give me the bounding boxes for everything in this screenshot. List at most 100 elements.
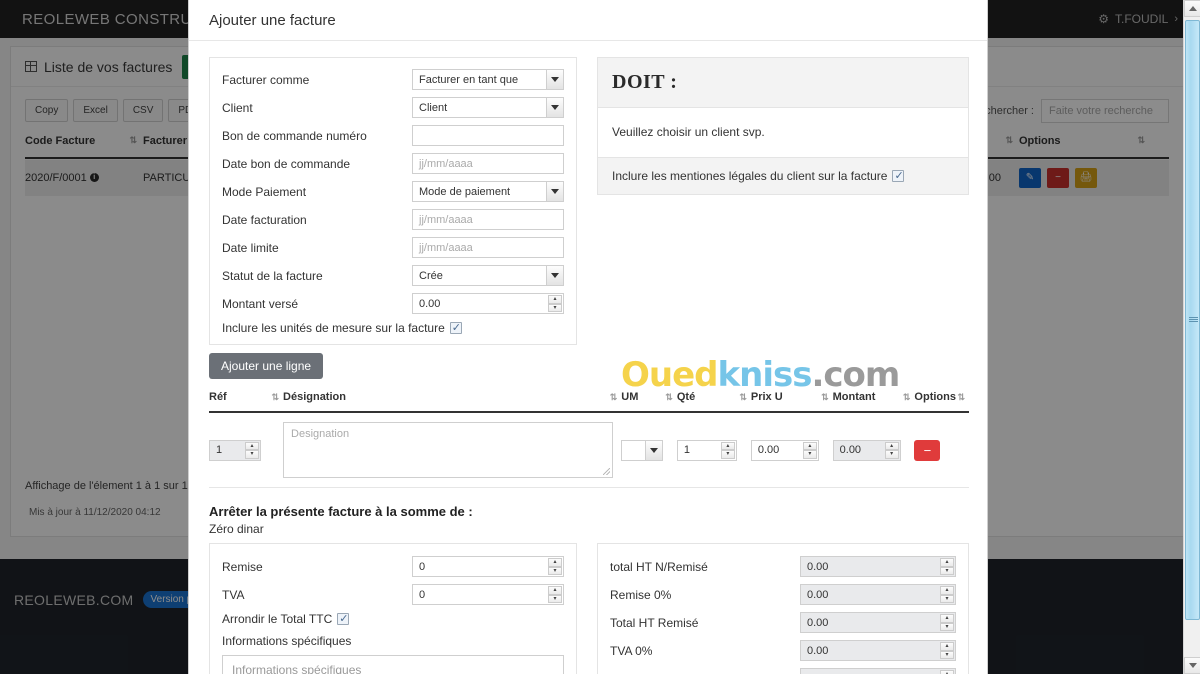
select-client[interactable]: Client	[412, 97, 564, 118]
spinner-total-ttc[interactable]: ▴▾	[940, 670, 954, 674]
label-remise-pct: Remise 0%	[610, 587, 672, 602]
column-header-montant[interactable]: Montant ⇅	[833, 391, 915, 403]
discount-tax-panel: Remise 0 ▴ ▾ TVA 0 ▴ ▾ Arrondir le Total T…	[209, 543, 577, 674]
label-client: Client	[222, 100, 253, 115]
invoice-form-panel: Facturer comme Facturer en tant que Clie…	[209, 57, 577, 345]
input-tva-pct: 0.00 ▴ ▾	[800, 640, 956, 661]
input-bon-commande-numero[interactable]	[412, 125, 564, 146]
label-date-bon-commande: Date bon de commande	[222, 156, 351, 171]
input-date-limite[interactable]: jj/mm/aaaa	[412, 237, 564, 258]
label-total-ht-remise: Total HT Remisé	[610, 615, 699, 630]
column-header-qte[interactable]: Qté ⇅	[677, 391, 751, 403]
spinner-montant-verse[interactable]: ▴ ▾	[548, 295, 562, 312]
cell-line-options: −	[914, 439, 969, 461]
cell-montant: 0.00 ▴ ▾	[832, 439, 915, 461]
input-prix-u[interactable]: 0.00 ▴ ▾	[750, 439, 819, 461]
cell-ref: 1 ▴ ▾	[209, 439, 283, 461]
doit-message: Veuillez choisir un client svp.	[612, 125, 765, 139]
label-bon-commande-numero: Bon de commande numéro	[222, 128, 367, 143]
remove-line-button[interactable]: −	[914, 439, 941, 461]
spinner-ref[interactable]: ▴ ▾	[245, 441, 259, 459]
spinner-total-ht-remise[interactable]: ▴ ▾	[940, 614, 954, 631]
input-montant: 0.00 ▴ ▾	[832, 439, 901, 461]
label-total-ht-non-remise: total HT N/Remisé	[610, 559, 708, 574]
checkbox-row-units: Inclure les unités de mesure sur la fact…	[222, 321, 564, 335]
field-row-total-ht-remise: Total HT Remisé 0.00 ▴ ▾	[610, 612, 956, 633]
label-include-units: Inclure les unités de mesure sur la fact…	[222, 321, 445, 335]
scroll-up-icon[interactable]	[1184, 0, 1200, 17]
column-header-um[interactable]: UM ⇅	[621, 391, 677, 403]
sort-icon: ⇅	[821, 391, 828, 402]
textarea-designation[interactable]: Designation	[283, 422, 614, 478]
scrollbar-thumb[interactable]	[1185, 20, 1200, 620]
select-facturer-comme[interactable]: Facturer en tant que	[412, 69, 564, 90]
field-row-total-ttc: Total TTC 0.00 ▴▾	[610, 668, 956, 674]
line-items-header-row: Réf ⇅ Désignation ⇅ UM ⇅ Qté ⇅ Prix U ⇅ …	[209, 379, 969, 413]
label-date-limite: Date limite	[222, 240, 279, 255]
field-row-statut-facture: Statut de la facture Crée	[222, 265, 564, 286]
cell-qte: 1 ▴ ▾	[676, 439, 751, 461]
label-facturer-comme: Facturer comme	[222, 72, 310, 87]
sort-icon: ⇅	[665, 391, 672, 402]
select-um[interactable]	[621, 439, 664, 461]
input-ref[interactable]: 1 ▴ ▾	[209, 439, 261, 461]
vertical-scrollbar[interactable]	[1183, 0, 1200, 674]
select-mode-paiement[interactable]: Mode de paiement	[412, 181, 564, 202]
summary-title: Arrêter la présente facture à la somme d…	[209, 504, 473, 519]
add-line-button[interactable]: Ajouter une ligne	[209, 353, 324, 379]
chevron-down-icon	[546, 182, 563, 201]
checkbox-include-legal[interactable]	[892, 169, 905, 182]
input-montant-verse[interactable]: 0.00 ▴ ▾	[412, 293, 564, 314]
field-row-mode-paiement: Mode Paiement Mode de paiement	[222, 181, 564, 202]
sort-icon: ⇅	[609, 391, 617, 402]
spinner-tva-pct[interactable]: ▴ ▾	[940, 642, 954, 659]
add-invoice-modal: Ajouter une facture Ouedkniss.com Factur…	[188, 0, 988, 674]
spinner-remise-pct[interactable]: ▴ ▾	[940, 586, 954, 603]
select-statut-facture[interactable]: Crée	[412, 265, 564, 286]
column-header-prix-u[interactable]: Prix U ⇅	[751, 391, 833, 403]
sort-icon: ⇅	[957, 391, 964, 402]
sort-icon: ⇅	[271, 391, 278, 402]
modal-header: Ajouter une facture	[189, 0, 987, 41]
input-remise[interactable]: 0 ▴ ▾	[412, 556, 564, 577]
sort-icon: ⇅	[902, 391, 910, 402]
doit-header: DOIT :	[598, 58, 968, 108]
spinner-tva[interactable]: ▴ ▾	[548, 586, 562, 603]
checkbox-round-ttc[interactable]	[337, 612, 350, 625]
spinner-prix-u[interactable]: ▴ ▾	[802, 441, 817, 459]
field-row-date-facturation: Date facturation jj/mm/aaaa	[222, 209, 564, 230]
spinner-remise[interactable]: ▴ ▾	[548, 558, 562, 575]
column-header-designation[interactable]: Désignation ⇅	[283, 391, 621, 403]
totals-panel: total HT N/Remisé 0.00 ▴ ▾ Remise 0% 0.00…	[597, 543, 969, 674]
spinner-total-ht-non-remise[interactable]: ▴ ▾	[940, 558, 954, 575]
field-row-remise-pct: Remise 0% 0.00 ▴ ▾	[610, 584, 956, 605]
field-row-client: Client Client	[222, 97, 564, 118]
input-date-bon-commande[interactable]: jj/mm/aaaa	[412, 153, 564, 174]
spinner-qte[interactable]: ▴ ▾	[720, 441, 735, 459]
input-qte[interactable]: 1 ▴ ▾	[676, 439, 737, 461]
chevron-down-icon	[546, 98, 563, 117]
chevron-down-icon	[546, 266, 563, 285]
field-row-bon-commande-numero: Bon de commande numéro	[222, 125, 564, 146]
input-tva[interactable]: 0 ▴ ▾	[412, 584, 564, 605]
label-montant-verse: Montant versé	[222, 296, 299, 311]
field-row-total-ht-non-remise: total HT N/Remisé 0.00 ▴ ▾	[610, 556, 956, 577]
input-date-facturation[interactable]: jj/mm/aaaa	[412, 209, 564, 230]
label-informations-specifiques: Informations spécifiques	[222, 634, 352, 648]
label-round-ttc: Arrondir le Total TTC	[222, 612, 333, 626]
doit-panel: DOIT : Veuillez choisir un client svp. I…	[597, 57, 969, 195]
label-tva: TVA	[222, 587, 245, 602]
input-remise-pct: 0.00 ▴ ▾	[800, 584, 956, 605]
textarea-informations-specifiques[interactable]: Informations spécifiques	[222, 655, 564, 674]
chevron-down-icon	[546, 70, 563, 89]
column-header-ref[interactable]: Réf ⇅	[209, 391, 283, 403]
checkbox-include-units[interactable]	[449, 321, 462, 334]
column-header-line-options[interactable]: Options ⇅	[914, 391, 969, 403]
spinner-montant[interactable]: ▴ ▾	[884, 441, 899, 459]
field-row-date-bon-commande: Date bon de commande jj/mm/aaaa	[222, 153, 564, 174]
input-total-ht-non-remise: 0.00 ▴ ▾	[800, 556, 956, 577]
scroll-down-icon[interactable]	[1184, 657, 1200, 674]
modal-title: Ajouter une facture	[209, 11, 336, 29]
line-items-section: Ajouter une ligne Réf ⇅ Désignation ⇅ UM…	[209, 353, 969, 488]
doit-footer: Inclure les mentiones légales du client …	[598, 157, 968, 194]
